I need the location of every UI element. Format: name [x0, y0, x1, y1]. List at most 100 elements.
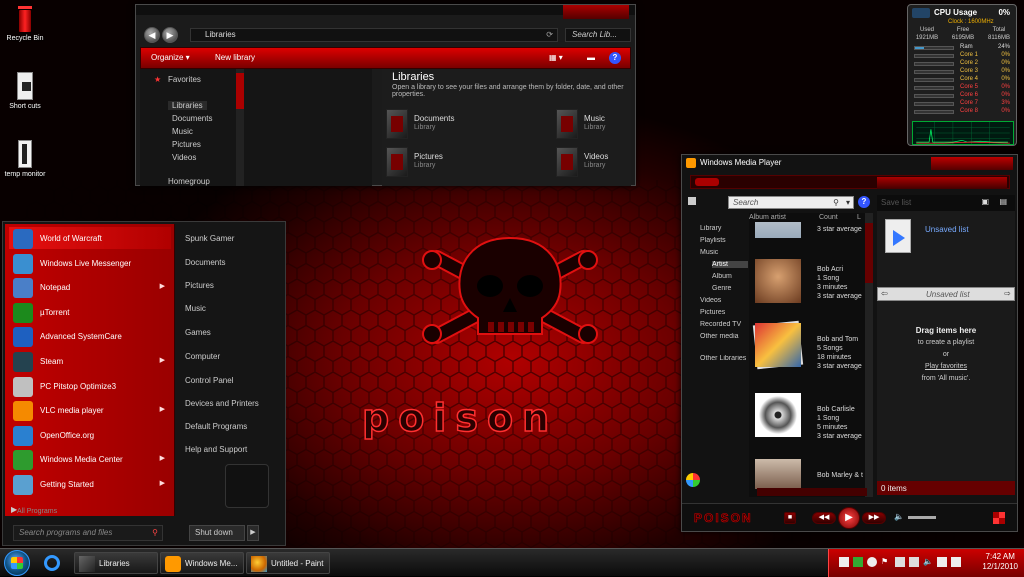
library-tree-item[interactable]: Music	[700, 249, 748, 256]
start-button[interactable]	[4, 550, 30, 576]
column-album-artist[interactable]: Album artist	[749, 214, 786, 221]
next-list-icon[interactable]: ⇨	[1004, 289, 1011, 298]
internet-explorer-icon[interactable]	[40, 552, 64, 574]
start-menu-link[interactable]: Pictures	[185, 281, 214, 290]
library-tree-item[interactable]: Artist	[712, 261, 748, 268]
start-menu-item[interactable]: OpenOffice.org	[9, 424, 171, 446]
help-icon[interactable]: ?	[858, 196, 870, 208]
next-button[interactable]: ▶▶	[862, 512, 886, 524]
shutdown-button[interactable]: Shut down	[189, 525, 245, 541]
start-menu[interactable]: World of Warcraft Windows Live Messenger N…	[2, 221, 286, 546]
start-menu-item[interactable]: Steam ▶	[9, 350, 171, 372]
tray-monitor-icon[interactable]	[909, 557, 919, 567]
previous-button[interactable]: ◀◀	[812, 512, 836, 524]
tray-power-icon[interactable]	[951, 557, 961, 567]
prev-list-icon[interactable]: ⇦	[881, 289, 888, 298]
search-input[interactable]: Search Lib...	[565, 28, 631, 42]
wmp-tabs[interactable]	[877, 177, 1007, 189]
play-button[interactable]: ▶	[838, 507, 860, 529]
album-art[interactable]	[755, 459, 801, 489]
library-tree-item[interactable]: Other media	[700, 333, 748, 340]
artist-info[interactable]: Bob and Tom 5 Songs 18 minutes 3 star avera…	[817, 335, 863, 371]
start-menu-link[interactable]: Computer	[185, 352, 220, 361]
tray-volume-icon[interactable]: 🔈	[923, 557, 933, 567]
album-art[interactable]	[755, 393, 801, 437]
library-search-input[interactable]: Search ⚲ ▾	[728, 196, 854, 209]
start-menu-link[interactable]: Documents	[185, 258, 225, 267]
taskbar-button-paint[interactable]: Untitled - Paint	[246, 552, 330, 574]
nav-pictures[interactable]: Pictures	[172, 140, 201, 149]
clear-list-icon[interactable]: ▣	[981, 197, 989, 206]
preview-pane-icon[interactable]: ▬	[587, 53, 595, 62]
view-options-icon[interactable]: ▦ ▾	[549, 53, 563, 62]
clock[interactable]: 7:42 AM 12/1/2010	[982, 552, 1018, 572]
start-menu-item[interactable]: World of Warcraft	[9, 227, 171, 249]
start-menu-item[interactable]: Advanced SystemCare	[9, 325, 171, 348]
volume-icon[interactable]: 🔈	[894, 512, 904, 521]
start-menu-link[interactable]: Music	[185, 304, 206, 313]
nav-favorites[interactable]: Favorites	[168, 75, 201, 84]
new-library-button[interactable]: New library	[215, 53, 255, 62]
library-item[interactable]: Pictures Library	[386, 147, 526, 179]
artist-info[interactable]: Bob Marley & the Wailers	[817, 471, 863, 480]
horizontal-scrollbar[interactable]	[757, 488, 867, 496]
start-menu-link[interactable]: Default Programs	[185, 422, 247, 431]
play-favorites-link[interactable]: Play favorites	[877, 361, 1015, 373]
desktop-icon-recycle-bin[interactable]: Recycle Bin	[0, 4, 50, 42]
taskbar-button-libraries[interactable]: Libraries	[74, 552, 158, 574]
library-tree-item[interactable]: Recorded TV	[700, 321, 748, 328]
tray-device-icon[interactable]	[895, 557, 905, 567]
nav-videos[interactable]: Videos	[172, 153, 196, 162]
nav-libraries[interactable]: Libraries	[168, 101, 207, 110]
column-length[interactable]: L	[857, 214, 861, 221]
title-bar[interactable]	[136, 5, 635, 15]
scroll-thumb[interactable]	[236, 73, 244, 109]
start-menu-link[interactable]: Games	[185, 328, 211, 337]
start-menu-item[interactable]: Getting Started ▶	[9, 473, 171, 495]
desktop-icon-shortcuts[interactable]: Short cuts	[0, 72, 50, 110]
tray-shield-icon[interactable]	[937, 557, 947, 567]
media-player-window[interactable]: Windows Media Player Search ⚲ ▾ ? Librar…	[681, 154, 1018, 532]
library-tree-item[interactable]: Videos	[700, 297, 748, 304]
taskbar-button-media-player[interactable]: Windows Me...	[160, 552, 244, 574]
search-programs-input[interactable]: Search programs and files ⚲	[13, 525, 163, 541]
library-item[interactable]: Music Library	[556, 109, 696, 141]
library-tree-item[interactable]: Genre	[712, 285, 748, 292]
organize-icon[interactable]	[688, 197, 696, 205]
back-button[interactable]: ◀	[144, 27, 160, 43]
start-menu-item[interactable]: VLC media player ▶	[9, 399, 171, 422]
library-tree-item[interactable]: Library	[700, 225, 748, 232]
column-count[interactable]: Count	[819, 214, 838, 221]
shutdown-options-button[interactable]: ▶	[247, 525, 259, 541]
artist-info[interactable]: Bob Acri 1 Song 3 minutes 3 star average	[817, 265, 863, 301]
library-item[interactable]: Videos Library	[556, 147, 696, 179]
album-art[interactable]	[755, 222, 801, 238]
volume-slider[interactable]	[908, 516, 936, 519]
library-tree-item[interactable]: Playlists	[700, 237, 748, 244]
search-dropdown-icon[interactable]: ▾	[846, 197, 850, 208]
desktop-icon-temp-monitor[interactable]: temp monitor	[0, 140, 50, 178]
artist-info[interactable]: Bob Carlisle 1 Song 5 minutes 3 star averag…	[817, 405, 863, 441]
list-scrollbar[interactable]	[865, 213, 873, 497]
library-tree-item[interactable]: Pictures	[700, 309, 748, 316]
unsaved-list-title[interactable]: Unsaved list	[925, 225, 969, 234]
start-menu-item[interactable]: µTorrent	[9, 301, 171, 323]
nav-scrollbar[interactable]	[236, 69, 244, 186]
start-menu-link[interactable]: Control Panel	[185, 376, 233, 385]
library-tree-item[interactable]: Other Libraries	[700, 355, 748, 362]
start-menu-link[interactable]: Spunk Gamer	[185, 234, 234, 243]
forward-button[interactable]: ▶	[162, 27, 178, 43]
start-menu-link[interactable]: Help and Support	[185, 445, 247, 454]
address-bar[interactable]: Libraries ⟳	[190, 28, 558, 42]
start-menu-item[interactable]: Windows Live Messenger	[9, 252, 171, 274]
help-icon[interactable]: ?	[609, 52, 621, 64]
tray-network-icon[interactable]	[853, 557, 863, 567]
nav-music[interactable]: Music	[172, 127, 193, 136]
cpu-usage-gadget[interactable]: CPU Usage 0% Clock : 1600MHz Used Free T…	[907, 4, 1017, 146]
tray-flag-icon[interactable]: ⚑	[881, 557, 891, 567]
back-forward-button[interactable]	[695, 178, 719, 186]
artist-info[interactable]: 3 star average	[817, 225, 863, 234]
switch-to-now-playing-icon[interactable]	[993, 512, 1005, 524]
start-menu-item[interactable]: Notepad ▶	[9, 276, 171, 299]
album-art[interactable]	[752, 320, 804, 370]
